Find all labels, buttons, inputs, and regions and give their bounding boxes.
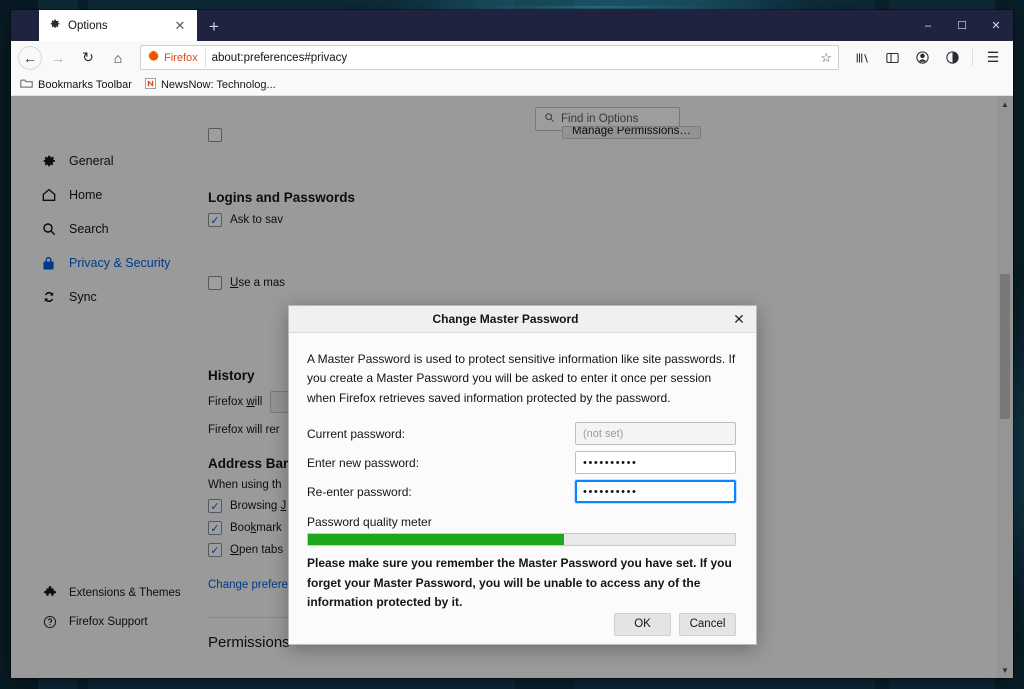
firefox-logo-icon (147, 49, 160, 67)
url-bar[interactable]: Firefox about:preferences#privacy ☆ (140, 45, 839, 70)
reenter-password-input[interactable]: •••••••••• (575, 480, 736, 504)
folder-icon (20, 78, 33, 92)
window-controls: – ☐ ✕ (911, 10, 1013, 41)
current-password-row: Current password: (not set) (307, 422, 736, 446)
bookmarks-toolbar: Bookmarks Toolbar NewsNow: Technolog... (11, 74, 1013, 96)
dialog-intro-text: A Master Password is used to protect sen… (307, 352, 736, 405)
container-icon[interactable] (939, 45, 965, 71)
bookmark-item-bookmarks-toolbar[interactable]: Bookmarks Toolbar (20, 78, 132, 92)
app-menu-button[interactable]: ☰ (980, 45, 1006, 71)
url-text[interactable]: about:preferences#privacy (212, 52, 815, 64)
back-button[interactable]: ← (18, 45, 42, 70)
dialog-title: Change Master Password (432, 312, 579, 326)
change-master-password-dialog: Change Master Password ✕ A Master Passwo… (288, 305, 757, 645)
close-window-button[interactable]: ✕ (979, 10, 1013, 41)
library-icon[interactable] (849, 45, 875, 71)
forward-button[interactable]: → (44, 45, 72, 71)
gear-icon (49, 17, 61, 35)
navigation-toolbar: ← → ↻ ⌂ Firefox about:preferences#privac… (11, 41, 1013, 74)
bookmark-item-newsnow[interactable]: NewsNow: Technolog... (144, 77, 276, 92)
dialog-warning-text: Please make sure you remember the Master… (307, 556, 732, 610)
bookmark-label: Bookmarks Toolbar (38, 78, 132, 91)
browser-tab-options[interactable]: Options ✕ (39, 10, 197, 41)
identity-box[interactable]: Firefox (147, 48, 206, 67)
browser-window: Options ✕ + – ☐ ✕ ← → ↻ ⌂ Firefox about:… (11, 10, 1013, 678)
tab-close-icon[interactable]: ✕ (171, 17, 189, 35)
new-tab-button[interactable]: + (205, 17, 223, 35)
password-quality-meter-fill (308, 534, 565, 546)
tab-title: Options (68, 19, 108, 32)
reenter-password-label: Re-enter password: (307, 484, 412, 499)
new-password-input[interactable]: •••••••••• (575, 451, 736, 475)
dialog-buttons: OK Cancel (289, 612, 756, 652)
current-password-label: Current password: (307, 426, 406, 441)
new-password-row: Enter new password: •••••••••• (307, 451, 736, 475)
dialog-titlebar: Change Master Password ✕ (289, 306, 756, 333)
minimize-button[interactable]: – (911, 10, 945, 41)
reload-button[interactable]: ↻ (74, 45, 102, 71)
cancel-button[interactable]: Cancel (679, 612, 736, 636)
bookmark-label: NewsNow: Technolog... (160, 78, 276, 91)
password-quality-meter-label: Password quality meter (307, 515, 432, 530)
identity-label: Firefox (164, 51, 198, 64)
account-icon[interactable] (909, 45, 935, 71)
tab-strip: Options ✕ + – ☐ ✕ (11, 10, 1013, 41)
password-quality-meter (307, 533, 736, 547)
preferences-content: General Home Search Privacy & Security S… (11, 96, 1013, 678)
ok-button[interactable]: OK (614, 612, 671, 636)
maximize-button[interactable]: ☐ (945, 10, 979, 41)
reenter-password-row: Re-enter password: •••••••••• (307, 480, 736, 504)
current-password-input[interactable]: (not set) (575, 422, 736, 446)
dialog-close-icon[interactable]: ✕ (722, 306, 756, 333)
toolbar-separator (972, 49, 973, 66)
home-button[interactable]: ⌂ (104, 45, 132, 71)
toolbar-icons: ☰ (849, 45, 1006, 71)
new-password-label: Enter new password: (307, 455, 420, 470)
bookmark-star-icon[interactable]: ☆ (820, 50, 832, 66)
newsnow-icon (144, 77, 156, 92)
sidebar-icon[interactable] (879, 45, 905, 71)
dialog-body: A Master Password is used to protect sen… (289, 333, 756, 613)
